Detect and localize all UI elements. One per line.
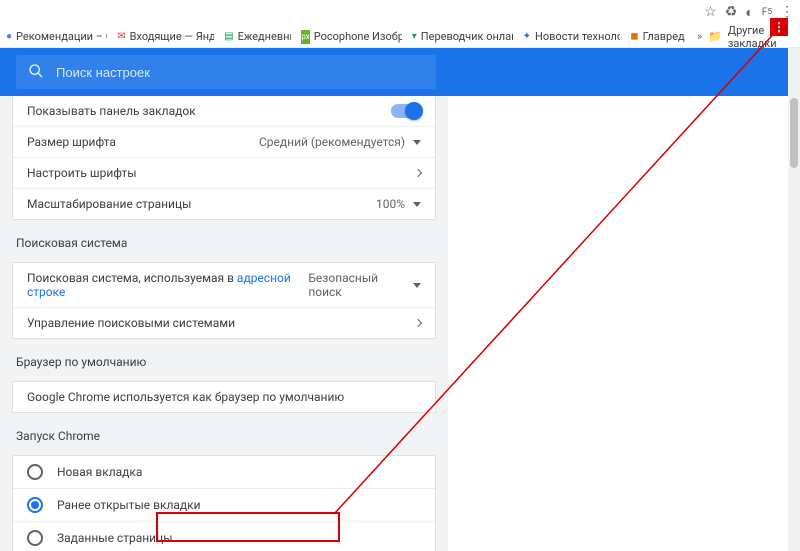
startup-option-newtab[interactable]: Новая вкладка — [13, 456, 435, 488]
row-label: Показывать панель закладок — [27, 104, 196, 118]
chevron-right-icon — [414, 169, 422, 177]
bookmark-label: Входящие — Янде... — [130, 30, 215, 43]
bookmark-label: Переводчик онлай... — [421, 30, 513, 43]
right-pane — [448, 96, 788, 551]
lang-icon[interactable]: F5 — [762, 7, 772, 18]
bookmarks-bar: ● Рекомендации – G... ✉ Входящие — Янде.… — [0, 26, 800, 48]
recycle-icon[interactable]: ♻ — [725, 4, 738, 20]
bookmark-item[interactable]: ▾ Переводчик онлай... — [412, 30, 513, 44]
bookmark-item[interactable]: ● Рекомендации – G... — [6, 30, 107, 44]
star-icon[interactable]: ☆ — [704, 4, 717, 20]
bookmark-item[interactable]: ✉ Входящие — Янде... — [117, 30, 214, 44]
default-browser-panel: Google Chrome используется как браузер п… — [12, 381, 436, 413]
folder-icon: 📁 — [708, 30, 722, 43]
bookmark-label: Pocophone Изобра... — [314, 30, 402, 43]
bookmark-item[interactable]: ▤ Ежедневник — [224, 30, 291, 44]
customize-fonts-row[interactable]: Настроить шрифты — [13, 157, 435, 188]
row-label: Управление поисковыми системами — [27, 316, 235, 330]
bookmark-label: Новости технолог... — [535, 30, 620, 43]
favicon-icon: ▾ — [412, 30, 417, 44]
favicon-icon: ✉ — [117, 30, 125, 44]
favicon-icon: ✦ — [523, 30, 531, 44]
settings-search-bar — [0, 48, 800, 96]
circle-icon[interactable]: ◐ — [745, 4, 753, 21]
row-label: Масштабирование страницы — [27, 197, 191, 211]
favicon-icon: px — [301, 30, 309, 44]
scrollbar-thumb[interactable] — [790, 98, 798, 168]
startup-panel: Новая вкладка Ранее открытые вкладки Зад… — [12, 455, 436, 551]
section-title-search-engine: Поисковая система — [12, 220, 436, 252]
bookmarks-bar-toggle[interactable] — [391, 104, 421, 118]
radio-icon[interactable] — [27, 530, 43, 546]
search-engine-row[interactable]: Поисковая система, используемая в адресн… — [13, 263, 435, 307]
caret-down-icon — [413, 202, 421, 207]
row-label: Поисковая система, используемая в адресн… — [27, 271, 308, 299]
favicon-icon: ● — [6, 30, 12, 44]
menu-icon[interactable]: ⋮ — [780, 4, 794, 20]
bookmark-label: Ежедневник — [238, 30, 292, 43]
bookmark-label: Главред β — [643, 30, 687, 43]
favicon-icon: ▤ — [224, 30, 233, 44]
font-size-value: Средний (рекомендуется) — [259, 135, 405, 149]
page-zoom-row[interactable]: Масштабирование страницы 100% — [13, 188, 435, 219]
section-title-default-browser: Браузер по умолчанию — [12, 339, 436, 371]
favicon-icon: ◼ — [630, 30, 638, 44]
search-input[interactable] — [56, 65, 424, 80]
extensions-strip: ☆ ♻ ◐ F5 ⋮ — [704, 2, 794, 22]
caret-down-icon — [413, 140, 421, 145]
font-size-row[interactable]: Размер шрифта Средний (рекомендуется) — [13, 126, 435, 157]
search-engine-value: Безопасный поиск — [308, 271, 405, 299]
radio-label: Новая вкладка — [57, 465, 142, 479]
search-engine-panel: Поисковая система, используемая в адресн… — [12, 262, 436, 339]
radio-label: Заданные страницы — [57, 531, 173, 545]
overflow-icon[interactable]: » — [697, 30, 702, 43]
page-zoom-value: 100% — [376, 197, 405, 211]
bookmark-label: Рекомендации – G... — [16, 30, 107, 43]
row-label: Google Chrome используется как браузер п… — [27, 390, 344, 404]
radio-label: Ранее открытые вкладки — [57, 498, 201, 512]
manage-search-engines-row[interactable]: Управление поисковыми системами — [13, 307, 435, 338]
search-icon — [28, 63, 44, 82]
startup-option-continue[interactable]: Ранее открытые вкладки — [13, 488, 435, 521]
bookmark-item[interactable]: ◼ Главред β — [630, 30, 687, 44]
scrollbar[interactable] — [788, 48, 800, 551]
startup-option-specific[interactable]: Заданные страницы — [13, 521, 435, 551]
radio-icon[interactable] — [27, 497, 43, 513]
settings-search-box[interactable] — [16, 55, 436, 89]
chevron-right-icon — [414, 319, 422, 327]
row-label: Размер шрифта — [27, 135, 116, 149]
bookmarks-bar-row: Показывать панель закладок — [13, 96, 435, 126]
radio-icon[interactable] — [27, 464, 43, 480]
bookmark-item[interactable]: ✦ Новости технолог... — [523, 30, 621, 44]
caret-down-icon — [413, 283, 421, 288]
other-bookmarks-label[interactable]: Другие закладки — [728, 24, 794, 50]
appearance-panel: Показывать панель закладок Размер шрифта… — [12, 96, 436, 220]
bookmark-item[interactable]: px Pocophone Изобра... — [301, 30, 401, 44]
default-browser-row: Google Chrome используется как браузер п… — [13, 382, 435, 412]
settings-content: Показывать панель закладок Размер шрифта… — [0, 96, 448, 551]
section-title-startup: Запуск Chrome — [12, 413, 436, 445]
row-label: Настроить шрифты — [27, 166, 137, 180]
